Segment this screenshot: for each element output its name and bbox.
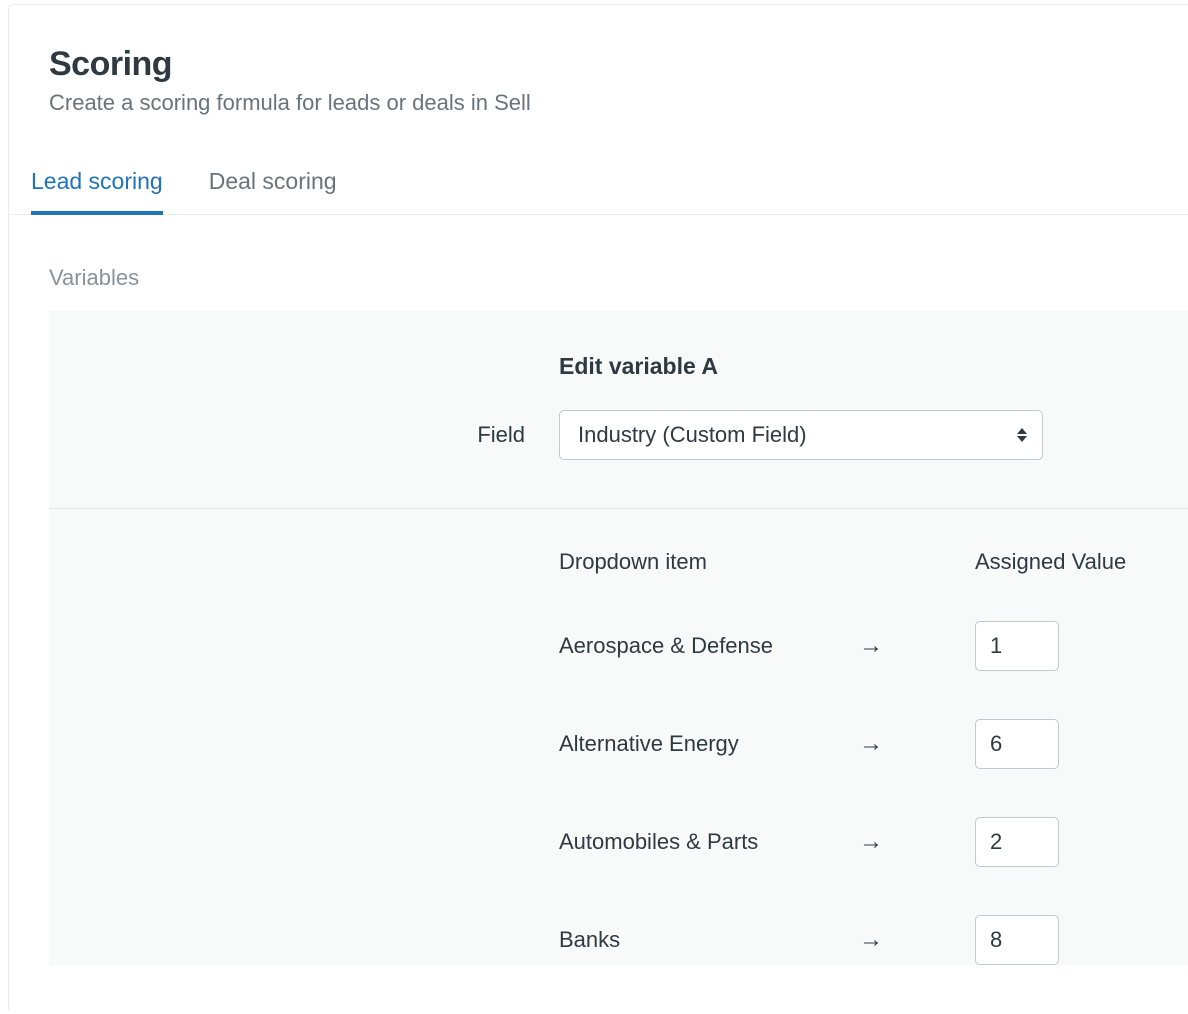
- assigned-value-input[interactable]: [975, 915, 1059, 965]
- tabs: Lead scoring Deal scoring: [9, 162, 1188, 215]
- field-select-wrap: Industry (Custom Field): [559, 410, 1043, 460]
- content: Variables Edit variable A Field Industry…: [9, 265, 1188, 965]
- field-label: Field: [89, 422, 559, 448]
- tab-deal-scoring[interactable]: Deal scoring: [209, 162, 337, 215]
- value-mapping-area: Dropdown item Assigned Value Aerospace &…: [49, 509, 1188, 965]
- value-row: Banks →: [89, 915, 1188, 965]
- dropdown-item-label: Automobiles & Parts: [559, 829, 859, 855]
- page-header: Scoring Create a scoring formula for lea…: [9, 45, 1188, 116]
- arrow-right-icon: →: [859, 926, 919, 954]
- table-header: Dropdown item Assigned Value: [89, 549, 1188, 575]
- field-row: Field Industry (Custom Field): [89, 410, 1188, 460]
- value-row: Aerospace & Defense →: [89, 621, 1188, 671]
- section-label-variables: Variables: [49, 265, 1188, 291]
- page-title: Scoring: [49, 45, 1148, 84]
- column-header-item: Dropdown item: [559, 549, 919, 575]
- variable-title: Edit variable A: [559, 353, 1188, 380]
- settings-page: Scoring Create a scoring formula for lea…: [8, 4, 1188, 1010]
- arrow-right-icon: →: [859, 828, 919, 856]
- tab-lead-scoring[interactable]: Lead scoring: [31, 162, 163, 215]
- dropdown-item-label: Banks: [559, 927, 859, 953]
- assigned-value-input[interactable]: [975, 817, 1059, 867]
- field-select-value: Industry (Custom Field): [578, 422, 807, 448]
- variable-panel: Edit variable A Field Industry (Custom F…: [49, 311, 1188, 965]
- assigned-value-input[interactable]: [975, 621, 1059, 671]
- column-header-value: Assigned Value: [975, 549, 1126, 575]
- dropdown-item-label: Alternative Energy: [559, 731, 859, 757]
- value-row: Automobiles & Parts →: [89, 817, 1188, 867]
- page-subtitle: Create a scoring formula for leads or de…: [49, 90, 1148, 116]
- assigned-value-input[interactable]: [975, 719, 1059, 769]
- dropdown-item-label: Aerospace & Defense: [559, 633, 859, 659]
- arrow-right-icon: →: [859, 730, 919, 758]
- field-select[interactable]: Industry (Custom Field): [559, 410, 1043, 460]
- value-row: Alternative Energy →: [89, 719, 1188, 769]
- arrow-right-icon: →: [859, 632, 919, 660]
